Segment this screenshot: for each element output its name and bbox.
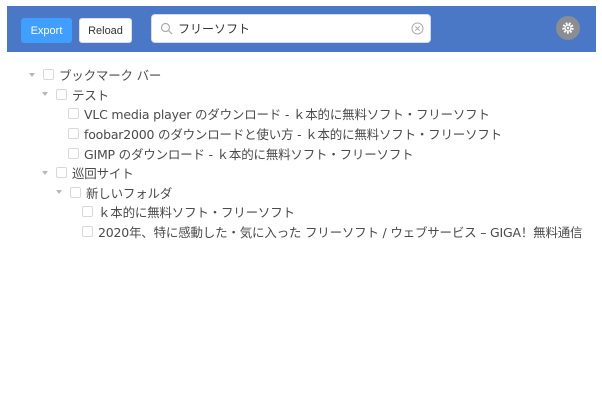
tree-node-bookmark[interactable]: VLC media player のダウンロード - ｋ本的に無料ソフト・フリー… [0,104,602,124]
export-button[interactable]: Export [21,18,72,43]
node-checkbox[interactable] [68,108,79,120]
search-input[interactable] [178,18,408,39]
tree-node-bookmark[interactable]: foobar2000 のダウンロードと使い方 - ｋ本的に無料ソフト・フリーソフ… [0,124,602,144]
clear-icon[interactable] [411,22,424,35]
folder-label[interactable]: 巡回サイト [72,163,134,182]
settings-button[interactable] [556,16,580,40]
node-checkbox[interactable] [68,128,79,140]
tree-node-new-folder[interactable]: 新しいフォルダ [0,183,602,203]
node-checkbox[interactable] [82,226,93,238]
node-checkbox[interactable] [56,167,67,179]
node-checkbox[interactable] [43,69,54,81]
bookmark-tree: ブックマーク バー テスト VLC media player のダウンロード -… [0,65,602,241]
folder-label[interactable]: ブックマーク バー [59,65,161,84]
bookmark-label[interactable]: 2020年、特に感動した・気に入った フリーソフト / ウェブサービス – GI… [98,222,583,241]
bookmark-label[interactable]: ｋ本的に無料ソフト・フリーソフト [98,202,295,221]
expand-arrow-icon[interactable] [41,169,49,177]
bookmark-label[interactable]: VLC media player のダウンロード - ｋ本的に無料ソフト・フリー… [84,104,490,123]
node-checkbox[interactable] [56,88,67,100]
bookmark-manager: Export Reload ブックマーク [0,0,602,412]
tree-node-bookmark[interactable]: 2020年、特に感動した・気に入った フリーソフト / ウェブサービス – GI… [0,222,602,242]
folder-label[interactable]: 新しいフォルダ [86,183,172,202]
tree-node-bookmark-bar[interactable]: ブックマーク バー [0,65,602,85]
tree-node-junkai[interactable]: 巡回サイト [0,163,602,183]
folder-label[interactable]: テスト [72,85,109,104]
reload-button[interactable]: Reload [79,18,132,43]
toolbar: Export Reload [7,6,596,52]
search-icon [160,22,173,35]
tree-node-test[interactable]: テスト [0,85,602,105]
gear-icon [562,22,574,34]
expand-arrow-icon[interactable] [41,90,49,98]
tree-node-bookmark[interactable]: ｋ本的に無料ソフト・フリーソフト [0,202,602,222]
bookmark-label[interactable]: GIMP のダウンロード - ｋ本的に無料ソフト・フリーソフト [84,144,414,163]
expand-arrow-icon[interactable] [28,71,36,79]
bookmark-label[interactable]: foobar2000 のダウンロードと使い方 - ｋ本的に無料ソフト・フリーソフ… [84,124,502,143]
tree-node-bookmark[interactable]: GIMP のダウンロード - ｋ本的に無料ソフト・フリーソフト [0,143,602,163]
node-checkbox[interactable] [70,186,81,198]
node-checkbox[interactable] [68,147,79,159]
expand-arrow-icon[interactable] [55,188,63,196]
node-checkbox[interactable] [82,206,93,218]
search-box [151,14,431,43]
